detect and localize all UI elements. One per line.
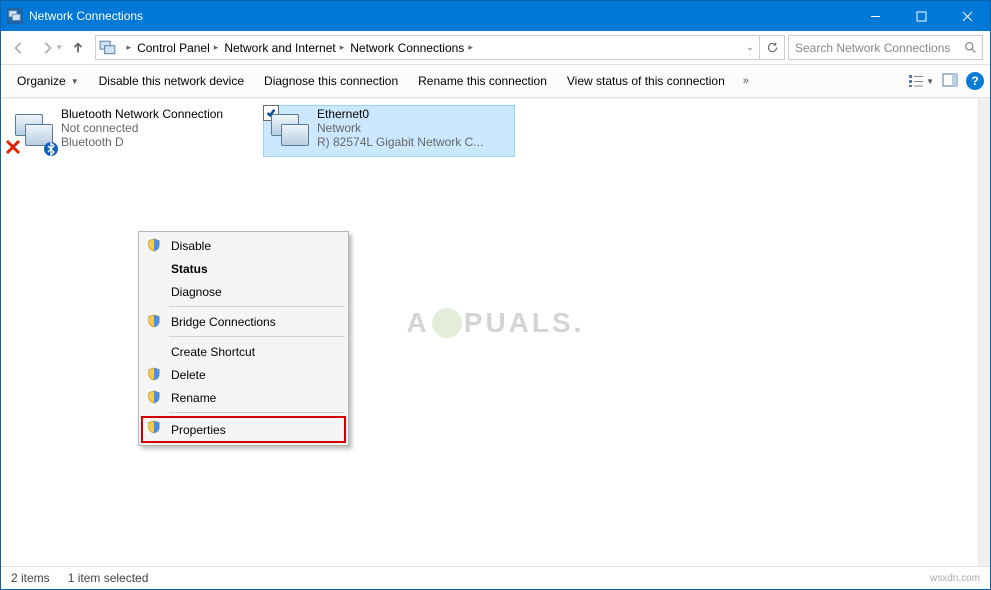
chevron-right-icon: ▸ [127,42,132,53]
rename-button[interactable]: Rename this connection [408,69,557,93]
shield-icon [147,420,161,434]
content-area[interactable]: Bluetooth Network Connection Not connect… [1,98,990,566]
connection-name: Bluetooth Network Connection [61,107,253,121]
address-bar[interactable]: ▸ Control Panel ▸ Network and Internet ▸ N… [95,35,785,60]
titlebar[interactable]: Network Connections [1,1,990,31]
crumb-label: Network Connections [350,41,464,55]
connection-item-ethernet[interactable]: Ethernet0 Network R) 82574L Gigabit Netw… [263,105,515,157]
ethernet-connection-icon [265,107,313,155]
menu-create-shortcut[interactable]: Create Shortcut [141,340,346,363]
connection-status: Not connected [61,121,253,135]
breadcrumb-control-panel[interactable]: Control Panel ▸ [134,36,221,59]
overflow-chevron[interactable]: » [743,75,749,87]
close-button[interactable] [944,1,990,31]
back-button[interactable] [5,34,33,62]
shield-icon [147,314,161,328]
menu-diagnose[interactable]: Diagnose [141,280,346,303]
status-selected-count: 1 item selected [68,571,149,585]
address-dropdown[interactable]: ⌄ [741,42,759,53]
menu-disable[interactable]: Disable [141,234,346,257]
recent-dropdown[interactable]: ▾ [57,42,62,53]
view-status-button[interactable]: View status of this connection [557,69,735,93]
bluetooth-icon [43,141,59,157]
crumb-label: Network and Internet [224,41,335,55]
minimize-button[interactable] [852,1,898,31]
vertical-scrollbar[interactable] [978,99,990,566]
address-row: ▾ ▸ Control Panel▸ Network and Internet▸… [1,31,990,65]
chevron-down-icon: ▼ [71,77,79,86]
connection-name: Ethernet0 [317,107,509,121]
connection-item-bluetooth[interactable]: Bluetooth Network Connection Not connect… [7,105,259,157]
diagnose-button[interactable]: Diagnose this connection [254,69,408,93]
chevron-right-icon: ▸ [340,42,345,53]
command-bar: Organize▼ Disable this network device Di… [1,65,990,98]
shield-icon [147,367,161,381]
menu-bridge[interactable]: Bridge Connections [141,310,346,333]
chevron-down-icon: ▼ [926,77,934,86]
chevron-right-icon: ▸ [214,42,219,53]
organize-button[interactable]: Organize▼ [7,69,89,93]
watermark-domain: wsxdn.com [930,573,980,584]
menu-status[interactable]: Status [141,257,346,280]
connection-status: Network [317,121,509,135]
chevron-right-icon: ▸ [468,42,473,53]
disable-device-button[interactable]: Disable this network device [89,69,254,93]
menu-delete[interactable]: Delete [141,363,346,386]
search-icon[interactable] [958,41,982,54]
breadcrumb-network-internet[interactable]: Network and Internet ▸ [221,36,347,59]
menu-separator [169,412,345,413]
crumb-label: Control Panel [137,41,210,55]
breadcrumb-sep[interactable]: ▸ [120,36,135,59]
network-connections-window: Network Connections ▾ ▸ Control Panel ▸ N… [0,0,991,590]
menu-properties[interactable]: Properties [141,416,346,443]
up-button[interactable] [64,34,92,62]
search-placeholder: Search Network Connections [795,41,958,55]
maximize-button[interactable] [898,1,944,31]
disconnected-badge-icon [5,139,21,155]
status-bar: 2 items 1 item selected wsxdn.com [1,566,990,589]
menu-separator [169,336,345,337]
breadcrumb-network-connections[interactable]: Network Connections ▸ [347,36,476,59]
location-icon [99,39,117,57]
connection-device: R) 82574L Gigabit Network C... [317,135,509,149]
context-menu: Disable Status Diagnose Bridge Connectio… [138,231,349,446]
app-icon [7,8,23,24]
bluetooth-connection-icon [9,107,57,155]
shield-icon [147,390,161,404]
search-box[interactable]: Search Network Connections [788,35,983,60]
status-item-count: 2 items [11,571,50,585]
menu-separator [169,306,345,307]
menu-rename[interactable]: Rename [141,386,346,409]
window-title: Network Connections [29,9,852,23]
help-button[interactable]: ? [966,72,984,90]
preview-pane-button[interactable] [942,72,958,91]
connection-device: Bluetooth D [61,135,253,149]
shield-icon [147,238,161,252]
change-view-button[interactable]: ▼ [908,73,934,89]
refresh-button[interactable] [759,36,784,59]
